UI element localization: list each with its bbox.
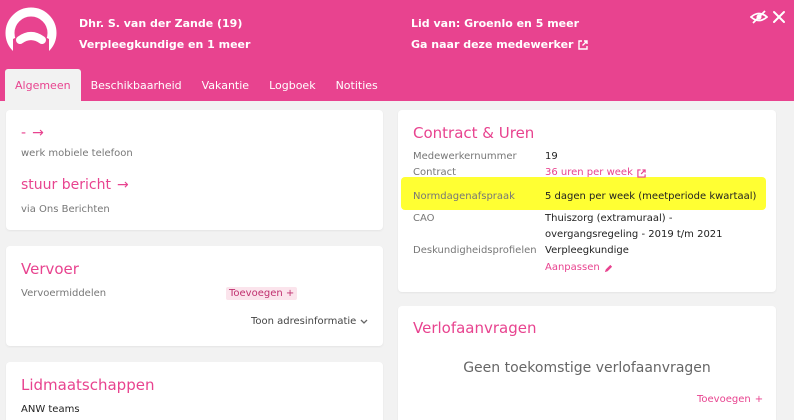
tab-logboek[interactable]: Logboek bbox=[259, 69, 326, 101]
vervoermiddelen-label: Vervoermiddelen bbox=[21, 288, 107, 299]
eye-hidden-icon[interactable] bbox=[750, 8, 768, 26]
verlof-title: Verlofaanvragen bbox=[413, 319, 537, 337]
member-of[interactable]: Lid van: Groenlo en 5 meer bbox=[411, 17, 579, 30]
vervoer-title: Vervoer bbox=[21, 260, 79, 278]
vervoer-add-button[interactable]: Toevoegen + bbox=[226, 287, 298, 300]
employee-number-label: Medewerkernummer bbox=[413, 151, 517, 162]
external-link-icon bbox=[637, 168, 646, 178]
norm-days-label: Normdagenafspraak bbox=[413, 191, 515, 202]
expertise-value: Verpleegkundige bbox=[545, 245, 629, 256]
employee-header: Dhr. S. van der Zande (19) Verpleegkundi… bbox=[0, 0, 794, 101]
send-message-label: stuur bericht bbox=[21, 177, 111, 193]
edit-expertise-link[interactable]: Aanpassen bbox=[545, 260, 613, 276]
close-icon[interactable] bbox=[770, 8, 788, 26]
tab-bar: Algemeen Beschikbaarheid Vakantie Logboe… bbox=[5, 69, 388, 101]
employee-number-value: 19 bbox=[545, 151, 558, 162]
message-channel-label: via Ons Berichten bbox=[21, 204, 110, 215]
verlof-add-button[interactable]: Toevoegen + bbox=[697, 394, 763, 405]
tab-vakantie[interactable]: Vakantie bbox=[192, 69, 259, 101]
goto-employee-link[interactable]: Ga naar deze medewerker bbox=[411, 38, 589, 51]
plus-icon: + bbox=[754, 394, 764, 405]
verlof-empty-message: Geen toekomstige verlofaanvragen bbox=[463, 360, 711, 376]
cao-value-line2: overgangsregeling - 2019 t/m 2021 bbox=[545, 229, 723, 240]
verlof-card: Verlofaanvragen Geen toekomstige verlofa… bbox=[398, 306, 776, 420]
membership-item: ANW teams bbox=[21, 404, 80, 415]
goto-employee-label: Ga naar deze medewerker bbox=[411, 38, 574, 51]
address-toggle-label: Toon adresinformatie bbox=[251, 316, 357, 327]
employee-name: Dhr. S. van der Zande (19) bbox=[79, 17, 243, 30]
contact-card: - → werk mobiele telefoon stuur bericht … bbox=[6, 110, 383, 230]
cao-label: CAO bbox=[413, 213, 435, 224]
arrow-right-icon: → bbox=[32, 125, 44, 141]
plus-icon: + bbox=[285, 288, 295, 299]
send-message-link[interactable]: stuur bericht → bbox=[21, 177, 129, 193]
chevron-down-icon bbox=[360, 319, 368, 324]
contract-hours-link[interactable]: 36 uren per week bbox=[545, 165, 646, 181]
lidmaatschappen-card: Lidmaatschappen ANW teams bbox=[6, 362, 383, 420]
address-toggle[interactable]: Toon adresinformatie bbox=[251, 316, 368, 327]
vervoer-add-label: Toevoegen bbox=[229, 288, 283, 299]
employee-role: Verpleegkundige en 1 meer bbox=[79, 38, 251, 51]
lidmaatschappen-title: Lidmaatschappen bbox=[21, 376, 155, 394]
phone-value: - bbox=[21, 125, 27, 141]
vervoer-card: Vervoer Vervoermiddelen Toevoegen + Toon… bbox=[6, 246, 383, 346]
tab-beschikbaarheid[interactable]: Beschikbaarheid bbox=[81, 69, 192, 101]
pencil-icon bbox=[604, 264, 612, 272]
contract-label: Contract bbox=[413, 167, 457, 178]
contract-fields: Medewerkernummer 19 Contract 36 uren per… bbox=[398, 110, 776, 292]
tab-algemeen[interactable]: Algemeen bbox=[5, 69, 81, 101]
phone-link[interactable]: - → bbox=[21, 125, 44, 141]
tab-notities[interactable]: Notities bbox=[326, 69, 388, 101]
company-logo-icon bbox=[5, 7, 57, 59]
external-link-icon bbox=[578, 39, 589, 50]
contract-hours-value: 36 uren per week bbox=[545, 167, 633, 178]
phone-label: werk mobiele telefoon bbox=[21, 148, 133, 159]
verlof-add-label: Toevoegen bbox=[697, 394, 751, 405]
cao-value: Thuiszorg (extramuraal) - bbox=[545, 213, 673, 224]
expertise-label: Deskundigheidsprofielen bbox=[413, 245, 537, 256]
norm-days-value: 5 dagen per week (meetperiode kwartaal) bbox=[545, 191, 757, 202]
edit-label: Aanpassen bbox=[545, 262, 600, 273]
arrow-right-icon: → bbox=[116, 177, 129, 193]
